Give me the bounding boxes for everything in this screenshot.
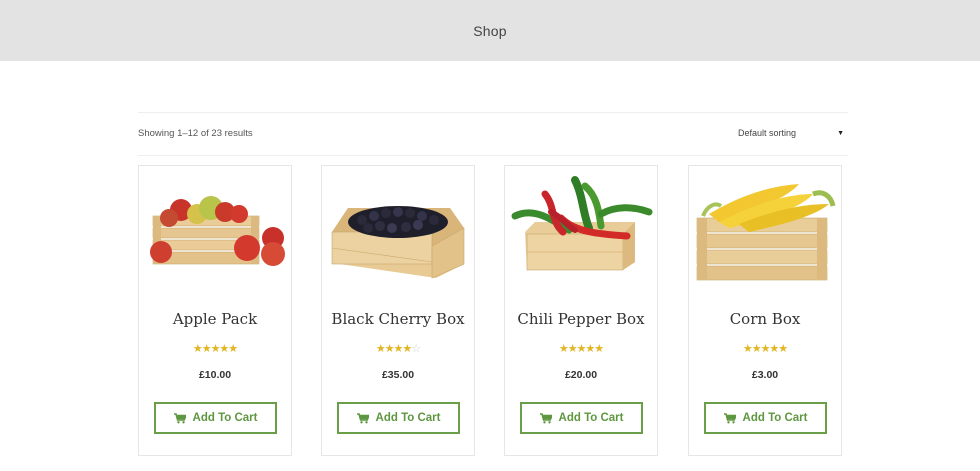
star-icon: ★★★★★ — [742, 343, 788, 355]
add-to-cart-label: Add To Cart — [375, 412, 441, 424]
cart-icon — [356, 412, 369, 423]
add-to-cart-button[interactable]: Add To Cart — [337, 402, 460, 434]
page-header: Shop — [0, 0, 980, 61]
result-count: Showing 1–12 of 23 results — [138, 128, 253, 139]
sort-select[interactable]: Default sorting ▼ — [738, 128, 844, 138]
add-to-cart-label: Add To Cart — [558, 412, 624, 424]
add-to-cart-label: Add To Cart — [742, 412, 808, 424]
product-title[interactable]: Black Cherry Box — [322, 310, 474, 328]
product-title[interactable]: Chili Pepper Box — [505, 310, 657, 328]
shop-toolbar: Showing 1–12 of 23 results Default sorti… — [138, 120, 848, 148]
divider — [138, 155, 848, 156]
star-icon: ★★★★★ — [192, 343, 238, 355]
product-title[interactable]: Corn Box — [689, 310, 841, 328]
product-card[interactable]: Corn Box ★★★★★ £3.00 Add To Cart — [688, 165, 842, 456]
product-price: £35.00 — [381, 369, 415, 381]
star-rating: ★★★★☆ — [322, 342, 474, 355]
add-to-cart-label: Add To Cart — [192, 412, 258, 424]
page-title: Shop — [473, 22, 507, 39]
product-title[interactable]: Apple Pack — [139, 310, 291, 328]
add-to-cart-button[interactable]: Add To Cart — [520, 402, 643, 434]
divider — [138, 112, 848, 113]
product-price: £3.00 — [751, 369, 779, 381]
product-card[interactable]: Chili Pepper Box ★★★★★ £20.00 Add To Car… — [504, 165, 658, 456]
product-price: £20.00 — [564, 369, 598, 381]
cart-icon — [723, 412, 736, 423]
star-rating: ★★★★★ — [139, 342, 291, 355]
star-empty-icon: ☆ — [411, 343, 421, 355]
product-card[interactable]: Black Cherry Box ★★★★☆ £35.00 Add To Car… — [321, 165, 475, 456]
add-to-cart-button[interactable]: Add To Cart — [154, 402, 277, 434]
apple-crate-image[interactable] — [139, 166, 291, 296]
product-price: £10.00 — [198, 369, 232, 381]
star-rating: ★★★★★ — [689, 342, 841, 355]
star-icon: ★★★★ — [375, 343, 412, 355]
star-icon: ★★★★★ — [558, 343, 604, 355]
add-to-cart-button[interactable]: Add To Cart — [704, 402, 827, 434]
product-card[interactable]: Apple Pack ★★★★★ £10.00 Add To Cart — [138, 165, 292, 456]
chevron-down-icon: ▼ — [837, 129, 844, 137]
corn-crate-image[interactable] — [689, 166, 841, 296]
star-rating: ★★★★★ — [505, 342, 657, 355]
chili-pepper-crate-image[interactable] — [505, 166, 657, 296]
black-cherry-crate-image[interactable] — [322, 166, 474, 296]
sort-select-label: Default sorting — [738, 128, 797, 138]
cart-icon — [173, 412, 186, 423]
cart-icon — [539, 412, 552, 423]
